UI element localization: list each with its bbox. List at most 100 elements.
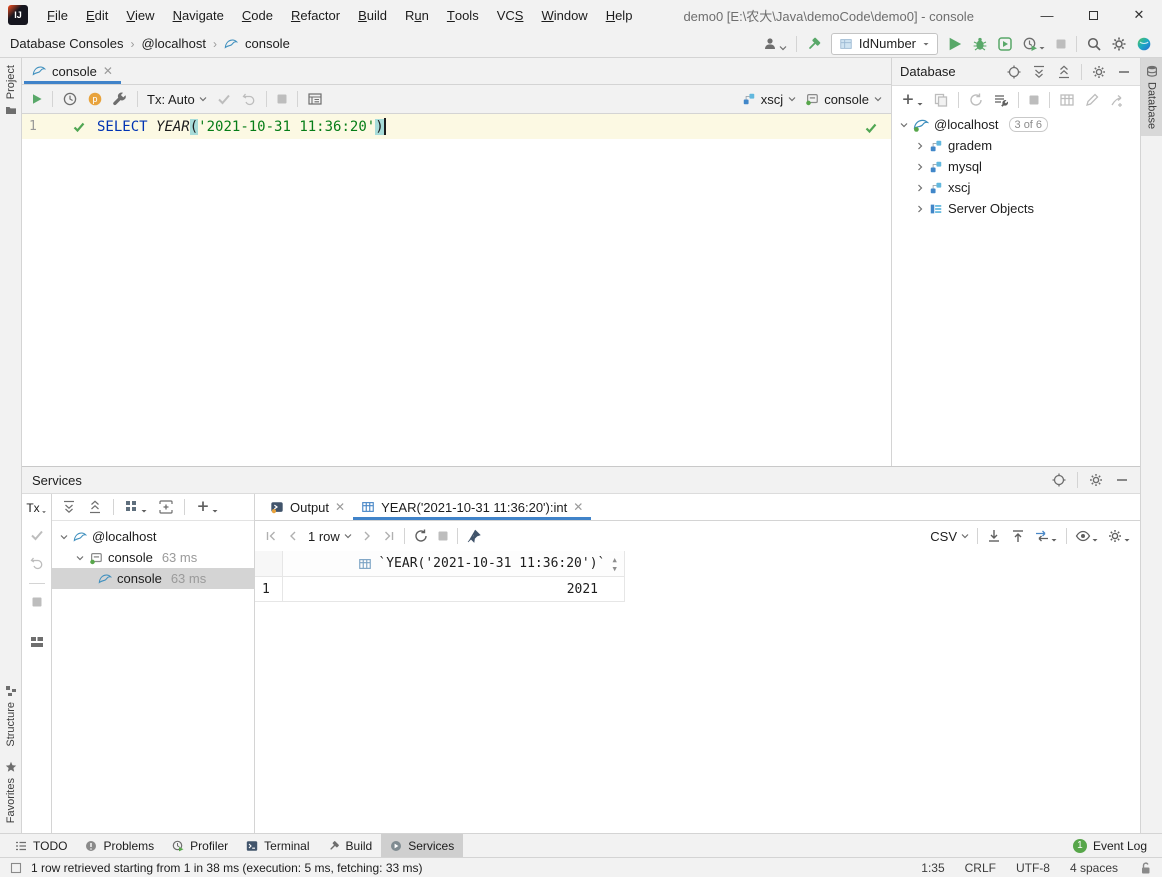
row-number-header[interactable] [255, 551, 283, 577]
search-everywhere-icon[interactable] [1086, 36, 1102, 52]
close-tab-icon[interactable]: ✕ [335, 500, 345, 514]
export-format-select[interactable]: CSV [930, 529, 969, 544]
line-separator[interactable]: CRLF [965, 861, 996, 875]
collapse-all-icon[interactable] [1056, 64, 1072, 80]
tool-tab-build[interactable]: Build [319, 834, 382, 857]
sql-editor[interactable]: 1 SELECT YEAR('2021-10-31 11:36:20') [22, 114, 891, 466]
panel-settings-gear-icon[interactable] [1091, 64, 1107, 80]
row-number-cell[interactable]: 1 [255, 577, 283, 602]
close-button[interactable]: ✕ [1116, 0, 1162, 30]
chevron-collapsed-icon[interactable] [916, 142, 924, 150]
execute-button[interactable] [31, 93, 43, 105]
sort-icon[interactable]: ▴▾ [611, 555, 618, 573]
menu-vcs[interactable]: VCS [488, 0, 533, 30]
menu-view[interactable]: View [117, 0, 163, 30]
minimize-button[interactable]: — [1024, 0, 1070, 30]
menu-help[interactable]: Help [597, 0, 642, 30]
db-tree-item-gradem[interactable]: gradem [892, 135, 1140, 156]
add-service-frame-icon[interactable] [158, 499, 174, 515]
svc-tree-result-console[interactable]: console 63 ms [52, 568, 254, 589]
tx-mode-button[interactable]: Tx [26, 501, 46, 515]
tool-tab-services[interactable]: Services [381, 834, 463, 857]
event-log-button[interactable]: 1 Event Log [1064, 834, 1156, 857]
tool-tab-profiler[interactable]: Profiler [163, 834, 237, 857]
page-size-select[interactable]: 1 row [308, 529, 352, 544]
pin-tab-icon[interactable] [466, 528, 482, 544]
hide-panel-icon[interactable] [1116, 64, 1132, 80]
menu-window[interactable]: Window [532, 0, 596, 30]
db-tree-item-xscj[interactable]: xscj [892, 177, 1140, 198]
svc-tree-localhost[interactable]: @localhost [52, 526, 254, 547]
expand-all-icon[interactable] [61, 499, 77, 515]
editor-tab-console[interactable]: console ✕ [24, 58, 121, 84]
column-header[interactable]: `YEAR('2021-10-31 11:36:20')` ▴▾ [283, 551, 625, 577]
menu-code[interactable]: Code [233, 0, 282, 30]
chevron-expanded-icon[interactable] [900, 121, 908, 129]
collapse-all-icon[interactable] [87, 499, 103, 515]
visible-schemas-badge[interactable]: 3 of 6 [1009, 117, 1049, 132]
tool-tab-project[interactable]: Project [0, 58, 21, 123]
session-selector[interactable]: console [805, 92, 882, 107]
schema-selector[interactable]: xscj [742, 92, 796, 107]
close-tab-icon[interactable]: ✕ [573, 500, 583, 514]
tool-tab-structure[interactable]: Structure [0, 678, 21, 754]
run-configuration-select[interactable]: IdNumber [831, 33, 938, 55]
breadcrumb-localhost[interactable]: @localhost [141, 36, 206, 51]
grid-settings-gear-icon[interactable] [1107, 528, 1131, 544]
file-encoding[interactable]: UTF-8 [1016, 861, 1050, 875]
debug-bug-icon[interactable] [972, 36, 988, 52]
tab-result-year[interactable]: YEAR('2021-10-31 11:36:20'):int ✕ [353, 494, 591, 520]
locate-icon[interactable] [1051, 472, 1067, 488]
menu-file[interactable]: File [38, 0, 77, 30]
tool-tab-todo[interactable]: TODO [6, 834, 76, 857]
add-button[interactable] [195, 499, 219, 515]
tx-mode-select[interactable]: Tx: Auto [147, 92, 207, 107]
close-tab-icon[interactable]: ✕ [103, 64, 113, 78]
build-hammer-icon[interactable] [806, 36, 822, 52]
chevron-collapsed-icon[interactable] [916, 163, 924, 171]
inspections-ok-check-icon[interactable] [865, 122, 877, 134]
readonly-lock-icon[interactable] [1138, 861, 1152, 875]
gradle-sphere-icon[interactable] [1136, 36, 1152, 52]
locate-icon[interactable] [1006, 64, 1022, 80]
hide-panel-icon[interactable] [1114, 472, 1130, 488]
run-with-coverage-icon[interactable] [997, 36, 1013, 52]
grid-row-1[interactable]: 1 2021 [255, 577, 1140, 602]
add-datasource-button[interactable] [900, 92, 924, 108]
breadcrumb-console[interactable]: console [245, 36, 290, 51]
db-tree-root-localhost[interactable]: @localhost 3 of 6 [892, 114, 1140, 135]
compare-icon[interactable] [1034, 528, 1058, 544]
caret-position[interactable]: 1:35 [921, 861, 944, 875]
view-options-eye-icon[interactable] [1075, 528, 1099, 544]
menu-tools[interactable]: Tools [438, 0, 488, 30]
reload-page-icon[interactable] [413, 528, 429, 544]
svc-tree-session-console[interactable]: console 63 ms [52, 547, 254, 568]
menu-run[interactable]: Run [396, 0, 438, 30]
tool-tab-database[interactable]: Database [1141, 58, 1162, 136]
breadcrumb-database-consoles[interactable]: Database Consoles [10, 36, 123, 51]
menu-refactor[interactable]: Refactor [282, 0, 349, 30]
chevron-collapsed-icon[interactable] [916, 184, 924, 192]
parameters-icon[interactable]: p [87, 91, 103, 107]
indent-setting[interactable]: 4 spaces [1070, 861, 1118, 875]
tool-tab-favorites[interactable]: Favorites [0, 754, 21, 833]
chevron-collapsed-icon[interactable] [916, 205, 924, 213]
maximize-button[interactable] [1070, 0, 1116, 30]
layout-icon[interactable] [29, 634, 45, 650]
settings-gear-icon[interactable] [1111, 36, 1127, 52]
run-button[interactable] [947, 36, 963, 52]
tab-output[interactable]: Output ✕ [262, 494, 353, 520]
tool-tab-problems[interactable]: Problems [76, 834, 163, 857]
code-with-me-users-icon[interactable] [763, 36, 787, 52]
profiler-icon[interactable] [1022, 36, 1046, 52]
expand-all-icon[interactable] [1031, 64, 1047, 80]
db-tree-item-mysql[interactable]: mysql [892, 156, 1140, 177]
history-clock-icon[interactable] [62, 91, 78, 107]
console-settings-wrench-icon[interactable] [112, 91, 128, 107]
panel-settings-gear-icon[interactable] [1088, 472, 1104, 488]
restore-layout-icon[interactable] [307, 91, 323, 107]
menu-navigate[interactable]: Navigate [164, 0, 233, 30]
import-upload-icon[interactable] [1010, 528, 1026, 544]
jdbc-console-icon[interactable] [993, 92, 1009, 108]
db-tree-item-server-objects[interactable]: Server Objects [892, 198, 1140, 219]
